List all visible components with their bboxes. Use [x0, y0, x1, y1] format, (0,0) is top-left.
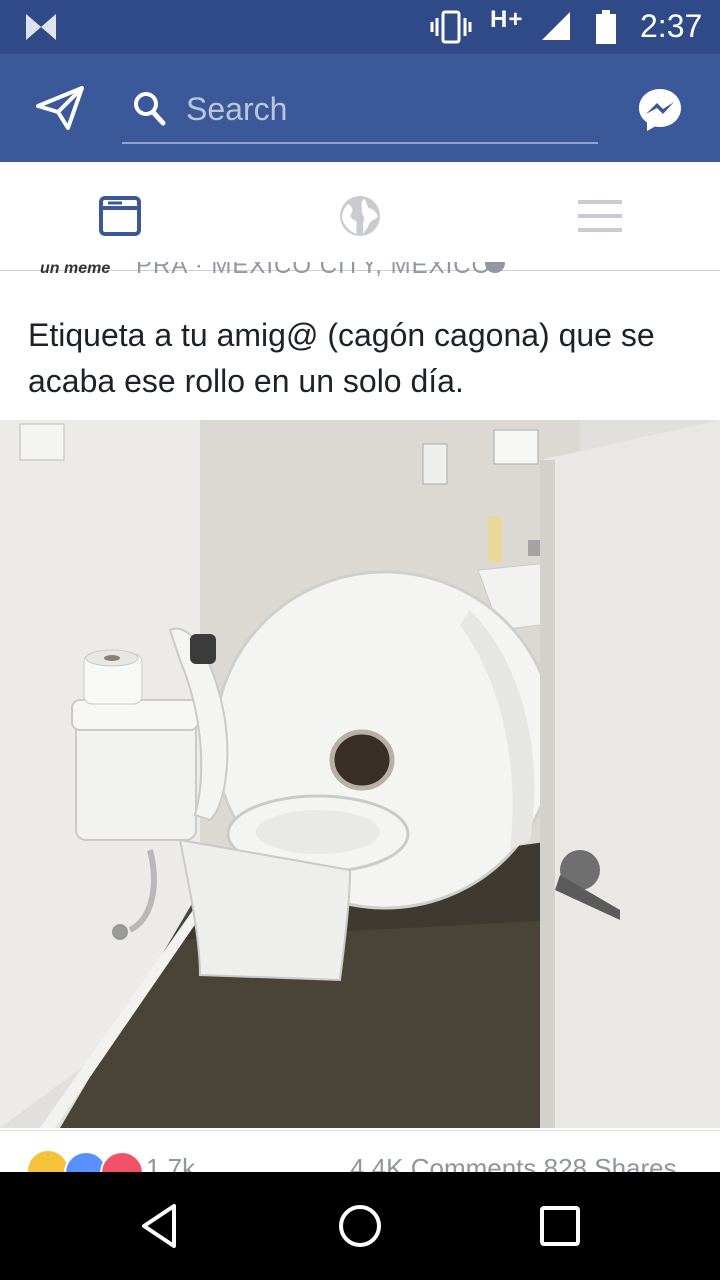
post-photo[interactable]	[0, 420, 720, 1128]
love-reaction-icon	[100, 1151, 144, 1173]
reactions-count[interactable]: 1.7k	[146, 1153, 195, 1173]
clock: 2:37	[640, 8, 703, 44]
page-name[interactable]: un meme	[40, 262, 110, 278]
privacy-globe-icon	[485, 262, 505, 273]
post-text: Etiqueta a tu amig@ (cagón cagona) que s…	[28, 317, 655, 399]
haha-reaction-icon	[28, 1151, 68, 1173]
search-bar[interactable]	[122, 82, 598, 144]
network-type: H+	[490, 6, 524, 33]
tab-notifications[interactable]	[240, 162, 480, 270]
comments-shares-count[interactable]: 4.4K Comments 828 Shares	[350, 1153, 677, 1173]
tab-news-feed[interactable]	[0, 162, 240, 270]
hamburger-menu-icon	[578, 200, 622, 232]
search-input[interactable]	[184, 88, 588, 130]
app-header	[0, 54, 720, 162]
tab-bar	[0, 162, 720, 271]
battery-icon	[596, 10, 616, 44]
news-feed-icon	[99, 196, 141, 236]
globe-icon	[340, 196, 380, 236]
signal-icon	[542, 12, 570, 40]
notification-icon	[26, 14, 56, 40]
recents-icon[interactable]	[536, 1202, 584, 1250]
post-location: PRA · MEXICO CITY, MEXICO	[136, 262, 492, 279]
messenger-icon[interactable]	[636, 86, 684, 134]
bathroom-photo	[0, 420, 720, 1128]
home-icon[interactable]	[336, 1202, 384, 1250]
send-icon[interactable]	[34, 84, 86, 132]
reactions-bar[interactable]: 1.7k 4.4K Comments 828 Shares	[0, 1130, 720, 1173]
post-header: un meme PRA · MEXICO CITY, MEXICO	[0, 262, 720, 282]
status-bar: H+ 2:37	[0, 0, 720, 54]
vibrate-icon	[430, 10, 472, 44]
navigation-bar	[0, 1172, 720, 1280]
back-icon[interactable]	[136, 1202, 184, 1250]
tab-menu[interactable]	[480, 162, 720, 270]
search-icon	[134, 92, 166, 126]
